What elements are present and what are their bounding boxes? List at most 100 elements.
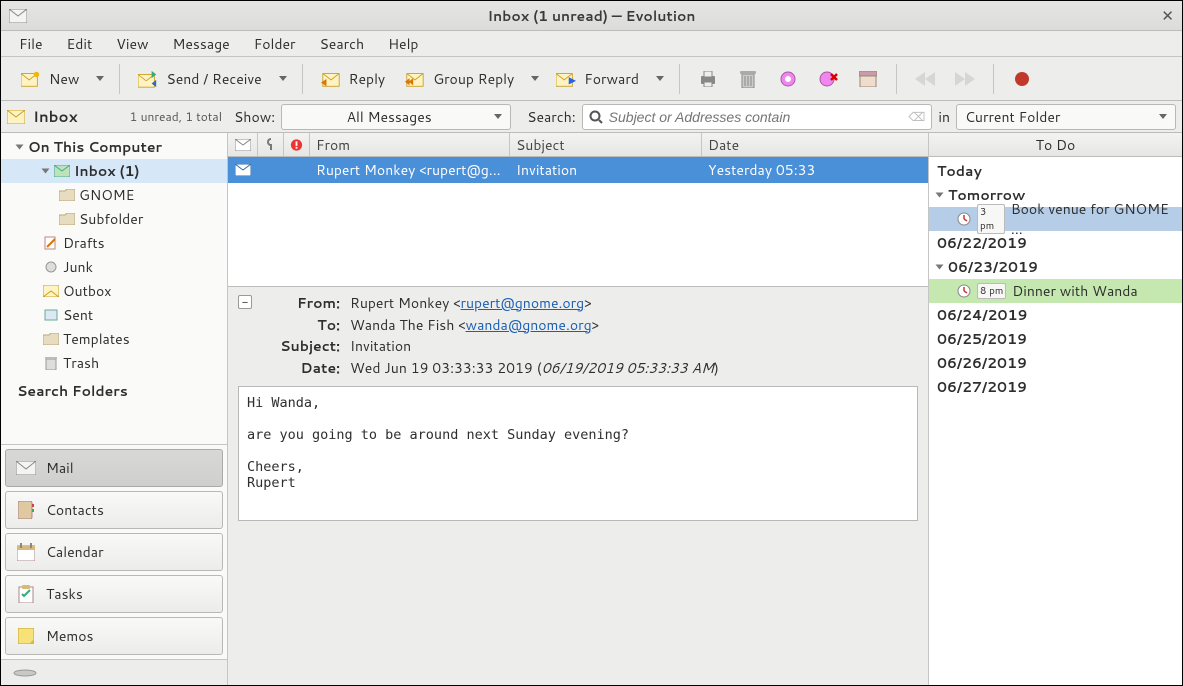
todo-date[interactable]: 06/24/2019 bbox=[929, 303, 1182, 327]
switcher-mail[interactable]: Mail bbox=[5, 449, 223, 487]
collapse-headers-button[interactable]: − bbox=[238, 295, 252, 309]
folder-trash[interactable]: Trash bbox=[1, 351, 227, 375]
todo-header: To Do bbox=[929, 133, 1182, 157]
list-header: From Subject Date bbox=[228, 133, 928, 157]
send-receive-dropdown[interactable] bbox=[272, 71, 294, 86]
from-email-link[interactable]: rupert@gnome.org bbox=[461, 293, 585, 313]
archive-button[interactable] bbox=[848, 65, 888, 93]
to-email-link[interactable]: wanda@gnome.org bbox=[466, 315, 592, 335]
switcher-contacts[interactable]: Contacts bbox=[5, 491, 223, 529]
todo-time: 3 pm bbox=[977, 204, 1005, 234]
col-date[interactable]: Date bbox=[702, 133, 928, 156]
separator bbox=[679, 64, 680, 94]
send-receive-label: Send / Receive bbox=[166, 69, 261, 89]
junk-button[interactable] bbox=[768, 65, 808, 93]
new-button[interactable]: New bbox=[11, 64, 89, 94]
not-junk-button[interactable] bbox=[808, 65, 848, 93]
menu-search[interactable]: Search bbox=[310, 31, 375, 57]
in-label: in bbox=[938, 107, 950, 127]
menu-message[interactable]: Message bbox=[163, 31, 240, 57]
search-field[interactable]: ⌫ bbox=[582, 104, 933, 130]
folder-drafts[interactable]: Drafts bbox=[1, 231, 227, 255]
toolbar: New Send / Receive Reply Group Reply For… bbox=[1, 57, 1182, 101]
tasks-icon bbox=[16, 585, 36, 603]
folder-icon bbox=[59, 188, 75, 202]
message-list: Rupert Monkey <rupert@g... Invitation Ye… bbox=[228, 157, 928, 287]
show-combo[interactable]: All Messages bbox=[281, 104, 511, 130]
contacts-icon bbox=[16, 501, 36, 519]
folder-tree: On This Computer Inbox (1) GNOME Subfold… bbox=[1, 133, 227, 444]
new-dropdown[interactable] bbox=[89, 71, 111, 86]
search-folders[interactable]: Search Folders bbox=[1, 379, 227, 403]
todo-date[interactable]: 06/25/2019 bbox=[929, 327, 1182, 351]
forward-dropdown[interactable] bbox=[649, 71, 671, 86]
show-value: All Messages bbox=[290, 107, 488, 127]
separator bbox=[896, 64, 897, 94]
sidebar: On This Computer Inbox (1) GNOME Subfold… bbox=[1, 133, 228, 685]
next-button[interactable] bbox=[945, 65, 985, 93]
col-read-icon[interactable] bbox=[228, 133, 258, 156]
todo-date[interactable]: 06/26/2019 bbox=[929, 351, 1182, 375]
menubar: File Edit View Message Folder Search Hel… bbox=[1, 31, 1182, 57]
todo-today[interactable]: Today bbox=[929, 159, 1182, 183]
clock-icon bbox=[957, 212, 971, 226]
mail-icon bbox=[16, 459, 36, 477]
todo-item-dinner[interactable]: 8 pm Dinner with Wanda bbox=[929, 279, 1182, 303]
col-attachment-icon[interactable] bbox=[258, 133, 284, 156]
cancel-button[interactable] bbox=[1002, 65, 1042, 93]
close-icon[interactable]: ✕ bbox=[1161, 5, 1174, 26]
send-receive-button[interactable]: Send / Receive bbox=[128, 64, 271, 94]
todo-item-book-venue[interactable]: 3 pm Book venue for GNOME ... bbox=[929, 207, 1182, 231]
header-date: Date: Wed Jun 19 03:33:33 2019 (06/19/20… bbox=[260, 358, 918, 380]
message-row[interactable]: Rupert Monkey <rupert@g... Invitation Ye… bbox=[228, 157, 928, 183]
todo-date[interactable]: 06/27/2019 bbox=[929, 375, 1182, 399]
clear-search-icon[interactable]: ⌫ bbox=[908, 108, 925, 125]
body: On This Computer Inbox (1) GNOME Subfold… bbox=[1, 133, 1182, 685]
folder-root[interactable]: On This Computer bbox=[1, 135, 227, 159]
folder-templates[interactable]: Templates bbox=[1, 327, 227, 351]
junk-icon bbox=[778, 70, 798, 88]
unread-icon bbox=[228, 164, 258, 176]
reply-button[interactable]: Reply bbox=[311, 64, 396, 94]
print-button[interactable] bbox=[688, 65, 728, 93]
folder-subfolder[interactable]: Subfolder bbox=[1, 207, 227, 231]
col-flag-icon[interactable] bbox=[284, 133, 310, 156]
menu-folder[interactable]: Folder bbox=[244, 31, 306, 57]
clock-icon bbox=[957, 284, 971, 298]
chevron-down-icon bbox=[656, 76, 664, 81]
inbox-icon bbox=[54, 164, 70, 178]
switcher-memos[interactable]: Memos bbox=[5, 617, 223, 655]
delete-button[interactable] bbox=[728, 65, 768, 93]
folder-sent[interactable]: Sent bbox=[1, 303, 227, 327]
col-from[interactable]: From bbox=[310, 133, 510, 156]
menu-view[interactable]: View bbox=[106, 31, 158, 57]
group-reply-button[interactable]: Group Reply bbox=[395, 64, 524, 94]
status-handle[interactable] bbox=[1, 659, 227, 685]
folder-gnome[interactable]: GNOME bbox=[1, 183, 227, 207]
switcher-tasks[interactable]: Tasks bbox=[5, 575, 223, 613]
menu-edit[interactable]: Edit bbox=[57, 31, 103, 57]
search-label: Search: bbox=[527, 107, 576, 127]
inbox-icon bbox=[7, 110, 25, 124]
prev-button[interactable] bbox=[905, 65, 945, 93]
menu-file[interactable]: File bbox=[9, 31, 53, 57]
group-reply-dropdown[interactable] bbox=[524, 71, 546, 86]
reply-icon bbox=[321, 70, 341, 88]
folder-outbox[interactable]: Outbox bbox=[1, 279, 227, 303]
memos-icon bbox=[16, 627, 36, 645]
switcher-calendar[interactable]: Calendar bbox=[5, 533, 223, 571]
templates-icon bbox=[43, 332, 59, 346]
scope-combo[interactable]: Current Folder bbox=[956, 104, 1176, 130]
folder-inbox[interactable]: Inbox (1) bbox=[1, 159, 227, 183]
group-reply-icon bbox=[405, 70, 425, 88]
todo-time: 8 pm bbox=[977, 283, 1006, 299]
todo-date[interactable]: 06/23/2019 bbox=[929, 255, 1182, 279]
search-input[interactable] bbox=[609, 109, 903, 125]
folder-junk[interactable]: Junk bbox=[1, 255, 227, 279]
drafts-icon bbox=[43, 236, 59, 250]
reply-label: Reply bbox=[349, 69, 386, 89]
col-subject[interactable]: Subject bbox=[510, 133, 702, 156]
menu-help[interactable]: Help bbox=[378, 31, 428, 57]
expander-icon bbox=[936, 193, 944, 198]
forward-button[interactable]: Forward bbox=[546, 64, 649, 94]
